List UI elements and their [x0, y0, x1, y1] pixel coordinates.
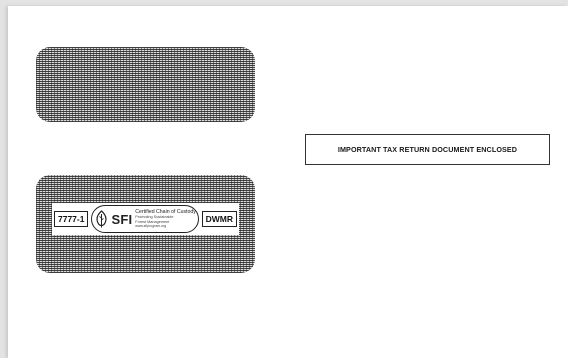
notice-box: IMPORTANT TAX RETURN DOCUMENT ENCLOSED	[305, 134, 550, 165]
sfi-certification-badge: SFI Certified Chain of Custody Promoting…	[91, 205, 199, 233]
address-window-bottom: 7777-1 SFI Certified Chain of Custody Pr…	[36, 175, 255, 273]
sfi-logo-text: SFI	[111, 211, 133, 227]
address-window-top	[36, 47, 255, 122]
sfi-info: Certified Chain of Custody Promoting Sus…	[135, 209, 196, 229]
certification-strip: 7777-1 SFI Certified Chain of Custody Pr…	[52, 203, 239, 235]
sfi-leaf-icon	[96, 210, 108, 228]
envelope: 7777-1 SFI Certified Chain of Custody Pr…	[8, 6, 568, 358]
notice-text: IMPORTANT TAX RETURN DOCUMENT ENCLOSED	[337, 145, 518, 154]
form-code-left: 7777-1	[54, 211, 89, 227]
sfi-url-line: www.sfiprogram.org	[135, 224, 167, 228]
form-code-right: DWMR	[201, 211, 237, 227]
